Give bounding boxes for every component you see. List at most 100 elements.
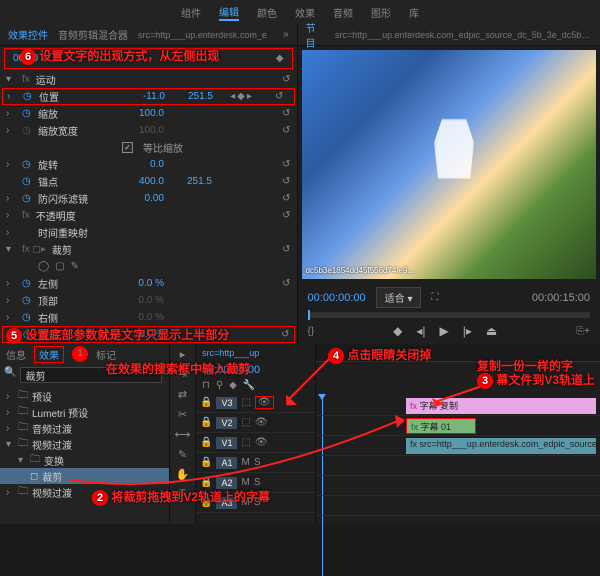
next-kf-icon[interactable]: ▸ (247, 91, 252, 102)
play-icon[interactable]: ▶ (440, 324, 449, 338)
add-kf-icon[interactable]: ◆ (237, 91, 245, 102)
lift-icon[interactable]: ⏏ (486, 324, 497, 338)
prop-timeremap[interactable]: 时间重映射 (38, 225, 116, 240)
reset-icon[interactable]: ↺ (282, 74, 290, 85)
marker-tool-icon[interactable]: ◆ (229, 380, 237, 391)
tree-video-fx[interactable]: 视频过渡 (32, 437, 72, 452)
tab-info[interactable]: 信息 (6, 347, 26, 362)
track-a1-label[interactable]: A1 (216, 457, 237, 469)
prop-crop[interactable]: 裁剪 (52, 242, 130, 257)
anchor-y[interactable]: 251.5 (170, 176, 212, 187)
reset-icon[interactable]: ↺ (275, 91, 283, 102)
tree-audio-fx[interactable]: 音频过渡 (32, 421, 72, 436)
sequence-tab[interactable]: src=http___up (202, 348, 259, 358)
add-marker-icon[interactable]: ◆ (393, 324, 402, 338)
tree-transform[interactable]: 变换 (44, 453, 64, 468)
track-a2-label[interactable]: A2 (216, 477, 237, 489)
timeline[interactable]: fx 字幕 复制 fx 字幕 01 fx src=http___up.enter… (316, 344, 600, 524)
eye-icon-v2[interactable]: 👁 (255, 417, 268, 428)
prop-antiflicker[interactable]: 防闪烁滤镜 (38, 191, 116, 206)
menu-audio[interactable]: 音频 (333, 5, 353, 20)
tree-lumetri[interactable]: Lumetri 预设 (32, 405, 88, 420)
rotation-val[interactable]: 0.0 (122, 159, 164, 170)
tab-markers[interactable]: 标记 (96, 347, 116, 362)
slip-tool-icon[interactable]: ⟷ (175, 428, 191, 444)
panel-menu-icon[interactable]: » (283, 29, 289, 40)
menu-components[interactable]: 组件 (181, 5, 201, 20)
mask-ellipse-icon[interactable]: ◯ (38, 261, 49, 272)
clip-v2[interactable]: fx 字幕 01 (406, 418, 476, 434)
output-icon[interactable]: ⬚ (241, 397, 250, 408)
uniform-scale-checkbox[interactable] (122, 142, 133, 153)
effects-browser: 信息 效果 1 标记 🔍 × ›🗀预设 ›🗀Lumetri 预设 ›🗀音频过渡 … (0, 344, 170, 524)
mask-rect-icon[interactable]: ▢ (55, 261, 64, 272)
menu-library[interactable]: 库 (409, 5, 419, 20)
anchor-x[interactable]: 400.0 (122, 176, 164, 187)
tree-presets[interactable]: 预设 (32, 389, 52, 404)
menu-edit[interactable]: 编辑 (219, 4, 239, 21)
prop-opacity[interactable]: 不透明度 (36, 208, 114, 223)
menu-effects[interactable]: 效果 (295, 5, 315, 20)
track-v2-label[interactable]: V2 (216, 417, 237, 429)
step-fwd-icon[interactable]: |▸ (463, 324, 472, 338)
tab-effects[interactable]: 效果 (34, 346, 64, 363)
clip-v1[interactable]: fx src=http___up.enterdesk.com_edpic_sou… (406, 438, 596, 454)
prop-anchor[interactable]: 锚点 (38, 174, 116, 189)
eye-icon-v1[interactable]: 👁 (255, 437, 268, 448)
position-x[interactable]: -11.0 (123, 91, 165, 102)
tree-video-trans[interactable]: 视频过渡 (32, 485, 72, 500)
settings-plus-icon[interactable]: + (584, 326, 590, 337)
snap-icon[interactable]: ⊓ (202, 380, 210, 391)
pen-tool-icon[interactable]: ✎ (178, 448, 187, 464)
program-timecode[interactable]: 00:00:00:00 (308, 292, 366, 304)
type-tool-icon[interactable]: T (179, 488, 186, 504)
menu-color[interactable]: 颜色 (257, 5, 277, 20)
time-ruler[interactable] (316, 344, 600, 362)
prop-scale[interactable]: 缩放 (38, 106, 116, 121)
program-src: src=http___up.enterdesk.com_edpic_source… (335, 30, 592, 40)
clip-v3[interactable]: fx 字幕 复制 (406, 398, 596, 414)
prop-rotation[interactable]: 旋转 (38, 157, 116, 172)
link-icon[interactable]: ⚲ (216, 380, 223, 391)
menu-graphics[interactable]: 图形 (371, 5, 391, 20)
eye-icon-v3[interactable]: 👁 (255, 396, 274, 409)
mask-pen-icon[interactable]: ✎ (71, 261, 79, 272)
position-y[interactable]: 251.5 (171, 91, 213, 102)
antiflicker-val[interactable]: 0.00 (122, 193, 164, 204)
effects-search-input[interactable] (20, 367, 162, 383)
track-select-icon[interactable]: ⇥ (178, 368, 187, 384)
export-frame-icon[interactable]: ⎘ (576, 326, 584, 337)
razor-tool-icon[interactable]: ✂ (178, 408, 187, 424)
prop-motion[interactable]: 运动 (36, 72, 114, 87)
hand-tool-icon[interactable]: ✋ (176, 468, 190, 484)
track-v1-label[interactable]: V1 (216, 437, 237, 449)
track-v3-label[interactable]: V3 (216, 397, 237, 409)
step-back-icon[interactable]: ◂| (416, 324, 425, 338)
ripple-tool-icon[interactable]: ⇄ (178, 388, 187, 404)
program-tab[interactable]: 节目 (306, 20, 325, 50)
selection-tool-icon[interactable]: ▸ (180, 348, 186, 364)
uniform-label: 等比缩放 (143, 140, 183, 155)
track-a3-label[interactable]: A3 (216, 497, 237, 509)
crop-bottom-label[interactable]: 底部 (39, 327, 117, 342)
wrench-icon[interactable]: 🔧 (243, 380, 255, 391)
timeline-timecode[interactable]: 00:00:00:00 (196, 362, 315, 378)
crop-left-val[interactable]: 0.0 % (122, 278, 164, 289)
tab-audio-mixer[interactable]: 音频剪辑混合器 (58, 27, 128, 42)
stopwatch-icon[interactable]: ◷ (23, 91, 33, 102)
mute-icon[interactable]: M (241, 457, 249, 468)
solo-icon[interactable]: S (254, 457, 261, 468)
prop-position[interactable]: 位置 (39, 89, 117, 104)
scrubber[interactable] (308, 312, 590, 318)
scale-val[interactable]: 100.0 (122, 108, 164, 119)
tree-crop[interactable]: 裁剪 (42, 469, 62, 484)
fullscreen-icon[interactable]: ⛶ (431, 292, 438, 303)
crop-left-label[interactable]: 左侧 (38, 276, 116, 291)
keyframe-diamond-icon[interactable]: ◆ (276, 53, 284, 64)
crop-bottom-val[interactable]: 9.0 % (123, 329, 165, 340)
zoom-fit-dropdown[interactable]: 适合 ▾ (376, 287, 422, 308)
prev-kf-icon[interactable]: ◂ (230, 91, 235, 102)
lock-icon[interactable]: 🔒 (200, 397, 212, 408)
tab-effect-controls[interactable]: 效果控件 (8, 27, 48, 42)
video-preview[interactable]: dc5b3e1854dd45f556d74fe9... (302, 50, 596, 279)
